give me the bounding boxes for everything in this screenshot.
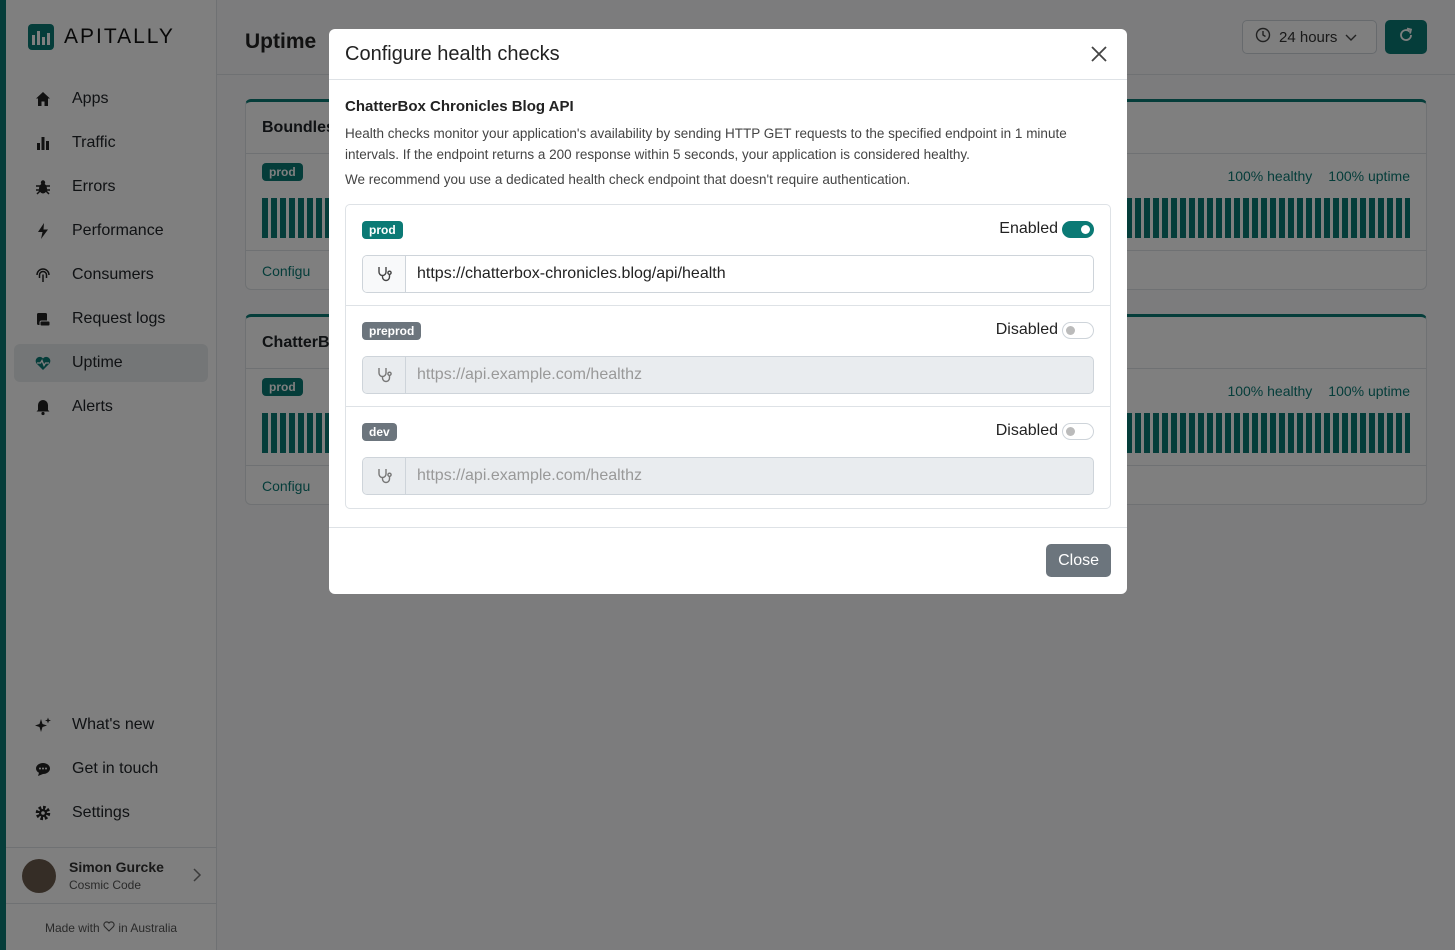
enable-toggle[interactable]: [1062, 221, 1094, 238]
health-url-input[interactable]: [406, 256, 1093, 292]
modal-title: Configure health checks: [345, 42, 560, 65]
health-url-input[interactable]: [406, 458, 1093, 494]
env-status: Enabled: [999, 220, 1058, 237]
modal-description: Health checks monitor your application's…: [345, 126, 1067, 162]
env-row-preprod: preprod Disabled: [346, 306, 1110, 407]
env-status: Disabled: [995, 422, 1058, 439]
app-name: ChatterBox Chronicles Blog API: [345, 98, 574, 115]
modal-header: Configure health checks: [329, 29, 1127, 80]
url-input-group: [362, 356, 1094, 394]
env-row-dev: dev Disabled: [346, 407, 1110, 508]
stethoscope-icon: [363, 357, 406, 393]
env-status: Disabled: [995, 321, 1058, 338]
enable-toggle[interactable]: [1062, 423, 1094, 440]
url-input-group: [362, 255, 1094, 293]
modal-body: ChatterBox Chronicles Blog API Health ch…: [329, 80, 1127, 509]
env-badge: prod: [362, 221, 403, 239]
enable-toggle[interactable]: [1062, 322, 1094, 339]
close-button[interactable]: Close: [1046, 544, 1111, 577]
env-badge: dev: [362, 423, 397, 441]
stethoscope-icon: [363, 458, 406, 494]
modal-footer: Close: [329, 527, 1127, 594]
stethoscope-icon: [363, 256, 406, 292]
health-url-input[interactable]: [406, 357, 1093, 393]
url-input-group: [362, 457, 1094, 495]
close-icon[interactable]: [1089, 44, 1109, 64]
env-row-prod: prod Enabled: [346, 205, 1110, 306]
environment-list: prod Enabled preprod Disabled dev: [345, 204, 1111, 509]
env-badge: preprod: [362, 322, 422, 340]
modal-recommendation: We recommend you use a dedicated health …: [345, 172, 911, 187]
health-check-modal: Configure health checks ChatterBox Chron…: [329, 29, 1127, 594]
